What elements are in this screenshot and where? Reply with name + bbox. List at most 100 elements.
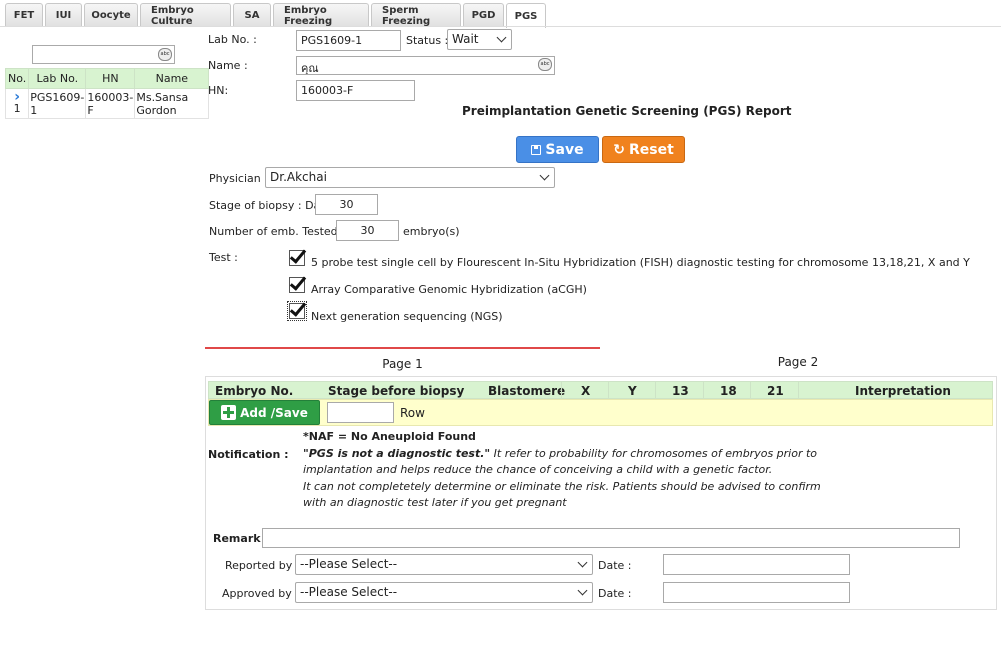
row-no-cell: › 1 [4, 88, 30, 119]
test-ngs-checkbox[interactable] [287, 299, 307, 321]
checkmark-icon [289, 246, 307, 264]
name-label: Name : [208, 59, 248, 72]
tab-divider [0, 26, 1001, 27]
row-hn: 160003-F [85, 88, 136, 119]
checkmark-icon [289, 299, 307, 317]
naf-note: *NAF = No Aneuploid Found [303, 430, 476, 443]
col-lab-no: Lab No. [28, 68, 87, 89]
col-18: 18 [720, 384, 737, 398]
add-save-button[interactable]: Add /Save [209, 400, 320, 425]
tab-embryo-culture[interactable]: Embryo Culture [140, 3, 231, 27]
report-title: Preimplantation Genetic Screening (PGS) … [462, 104, 792, 118]
chevron-down-icon [539, 170, 550, 181]
refresh-icon: ↻ [613, 141, 625, 158]
results-add-row [208, 399, 993, 426]
physician-value: Dr.Akchai [270, 170, 327, 184]
physician-label: Physician : [209, 172, 268, 185]
patient-search-input[interactable]: abc [32, 45, 175, 64]
notification-line-2: implantation and helps reduce the chance… [303, 463, 773, 476]
tab-sperm-freezing[interactable]: Sperm Freezing [371, 3, 461, 27]
lab-no-label: Lab No. : [208, 33, 257, 46]
col-embryo-no: Embryo No. [215, 384, 294, 398]
tab-page-1[interactable]: Page 1 [205, 347, 600, 373]
floppy-icon [531, 144, 542, 155]
test-acgh-label: Array Comparative Genomic Hybridization … [311, 283, 587, 296]
tab-embryo-freezing[interactable]: Embryo Freezing [273, 3, 369, 27]
search-icon[interactable]: abc [538, 58, 552, 71]
reported-by-value: --Please Select-- [300, 557, 398, 571]
remark-input[interactable] [262, 528, 960, 548]
save-label: Save [545, 141, 584, 158]
col-stage-before-biopsy: Stage before biopsy [328, 384, 465, 398]
status-value: Wait [452, 32, 479, 46]
notification-line-1: "PGS is not a diagnostic test." It refer… [303, 447, 817, 460]
num-tested-label: Number of emb. Tested : [209, 225, 345, 238]
results-header: Embryo No. Stage before biopsy Blastomer… [208, 381, 993, 399]
col-21: 21 [767, 384, 784, 398]
reported-date-input[interactable] [663, 554, 850, 575]
name-value: คุณ [301, 62, 319, 75]
search-icon[interactable]: abc [158, 48, 172, 61]
chevron-down-icon [577, 557, 588, 568]
physician-select[interactable]: Dr.Akchai [265, 167, 555, 188]
approved-by-value: --Please Select-- [300, 585, 398, 599]
col-y: Y [628, 384, 637, 398]
save-button[interactable]: Save [516, 136, 599, 163]
test-fish-label: 5 probe test single cell by Flourescent … [311, 256, 970, 269]
hn-label: HN: [208, 84, 229, 97]
checkmark-icon [289, 273, 307, 291]
col-name: Name [134, 68, 210, 89]
chevron-down-icon [577, 585, 588, 596]
status-label: Status : [406, 34, 449, 47]
approved-by-label: Approved by : [222, 587, 299, 600]
reset-button[interactable]: ↻ Reset [602, 136, 685, 163]
test-ngs-label: Next generation sequencing (NGS) [311, 310, 503, 323]
test-label: Test : [209, 251, 238, 264]
stage-of-biopsy-input[interactable]: 30 [315, 194, 378, 215]
notification-line-1-rest: It refer to probability for chromosomes … [490, 447, 818, 460]
col-interpretation: Interpretation [855, 384, 951, 398]
tab-page-2[interactable]: Page 2 [600, 350, 996, 373]
remark-label: Remark : [213, 532, 269, 545]
embryo-unit-label: embryo(s) [403, 225, 460, 238]
num-tested-input[interactable]: 30 [336, 220, 399, 241]
tab-pgs[interactable]: PGS [506, 3, 546, 28]
module-tabs: FET IUI Oocyte Embryo Culture SA Embryo … [5, 3, 548, 28]
col-x: X [581, 384, 591, 398]
add-save-label: Add /Save [240, 405, 308, 420]
notification-label: Notification : [208, 448, 289, 461]
approved-by-select[interactable]: --Please Select-- [295, 582, 593, 603]
chevron-right-icon: › [14, 89, 21, 105]
notification-line-4: with an diagnostic test later if you get… [303, 496, 567, 509]
chevron-down-icon [496, 32, 507, 43]
tab-pgd[interactable]: PGD [463, 3, 504, 27]
name-input[interactable]: คุณ abc [296, 56, 555, 75]
tab-oocyte[interactable]: Oocyte [84, 3, 138, 27]
row-count-input[interactable] [327, 402, 394, 423]
row-lab-no: PGS1609-1 [28, 88, 87, 119]
plus-icon [221, 405, 237, 420]
row-no: 1 [13, 102, 21, 115]
approved-date-label: Date : [598, 587, 632, 600]
col-13: 13 [672, 384, 689, 398]
reported-by-label: Reported by : [225, 559, 300, 572]
reported-by-select[interactable]: --Please Select-- [295, 554, 593, 575]
lab-no-input[interactable]: PGS1609-1 [296, 30, 401, 51]
approved-date-input[interactable] [663, 582, 850, 603]
table-row[interactable]: › 1 PGS1609-1 160003-F Ms.Sansa Gordon [4, 88, 210, 119]
status-select[interactable]: Wait [447, 29, 512, 50]
tab-fet[interactable]: FET [5, 3, 43, 27]
reset-label: Reset [628, 141, 674, 158]
col-blastomere: Blastomere [488, 384, 566, 398]
test-acgh-checkbox[interactable] [289, 273, 307, 293]
notification-bold: "PGS is not a diagnostic test." [303, 447, 491, 460]
hn-input[interactable]: 160003-F [296, 80, 415, 101]
test-fish-checkbox[interactable] [289, 246, 307, 266]
patient-grid: No. Lab No. HN Name › 1 PGS1609-1 160003… [4, 68, 210, 119]
reported-date-label: Date : [598, 559, 632, 572]
tab-sa[interactable]: SA [233, 3, 271, 27]
row-name: Ms.Sansa Gordon [134, 88, 210, 119]
notification-line-3: It can not completetely determine or eli… [303, 480, 821, 493]
tab-iui[interactable]: IUI [45, 3, 82, 27]
col-no: No. [4, 68, 30, 89]
